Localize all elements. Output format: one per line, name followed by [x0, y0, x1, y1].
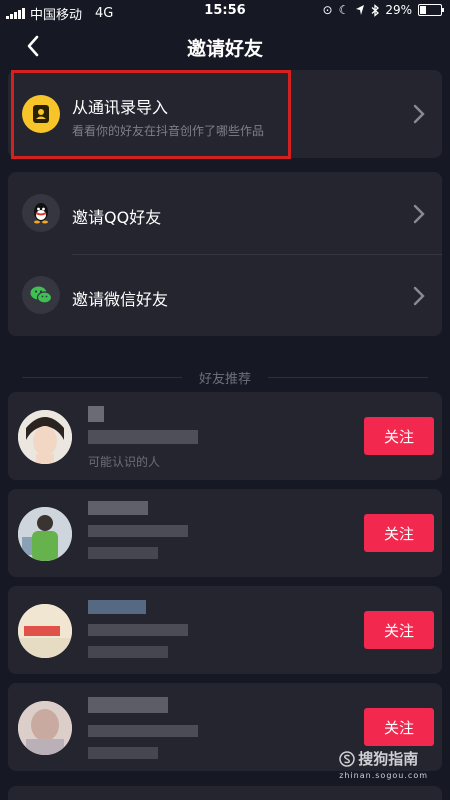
- nav-bar: 邀请好友: [0, 28, 450, 64]
- watermark: 搜狗指南 zhinan.sogou.com: [339, 748, 428, 780]
- avatar[interactable]: [18, 701, 72, 755]
- friend-card[interactable]: 可能认识的人 关注: [8, 392, 442, 480]
- blurred-info: [88, 547, 158, 559]
- invite-qq-label: 邀请QQ好友: [72, 208, 162, 227]
- blurred-name: [88, 600, 146, 614]
- blurred-info: [88, 430, 198, 444]
- blurred-info: [88, 624, 188, 636]
- lock-rotation-icon: ⊙: [322, 3, 333, 17]
- invite-wechat-label: 邀请微信好友: [72, 290, 169, 309]
- bluetooth-icon: [371, 3, 380, 17]
- invite-wechat-row[interactable]: 邀请微信好友: [8, 254, 442, 336]
- avatar[interactable]: [18, 604, 72, 658]
- chevron-right-icon: [413, 204, 425, 224]
- blurred-info: [88, 646, 168, 658]
- chevron-right-icon: [413, 104, 425, 124]
- friend-hint: 可能认识的人: [88, 455, 161, 469]
- friend-card[interactable]: 关注: [8, 586, 442, 674]
- location-icon: [356, 5, 365, 15]
- follow-button[interactable]: 关注: [364, 514, 434, 552]
- status-bar: 中国移动 4G 15:56 ⊙ ☾ 29%: [0, 0, 450, 24]
- blurred-info: [88, 525, 188, 537]
- avatar[interactable]: [18, 507, 72, 561]
- blurred-name: [88, 697, 168, 713]
- battery-icon: [418, 4, 444, 16]
- watermark-domain: zhinan.sogou.com: [339, 771, 428, 780]
- section-divider-right: [268, 377, 428, 378]
- avatar[interactable]: [18, 410, 72, 464]
- blurred-info: [88, 747, 158, 759]
- highlight-box: [11, 70, 291, 159]
- follow-button[interactable]: 关注: [364, 708, 434, 746]
- blurred-info: [88, 725, 198, 737]
- friend-card[interactable]: 关注: [8, 489, 442, 577]
- sogou-logo-icon: [339, 750, 355, 767]
- chevron-right-icon: [413, 286, 425, 306]
- page-title: 邀请好友: [186, 38, 263, 60]
- battery-percent: 29%: [385, 3, 412, 17]
- invite-qq-row[interactable]: 邀请QQ好友: [8, 172, 442, 254]
- qq-icon: [22, 194, 60, 232]
- follow-button[interactable]: 关注: [364, 417, 434, 455]
- blurred-name: [88, 406, 104, 422]
- next-card-peek: [8, 786, 442, 800]
- follow-button[interactable]: 关注: [364, 611, 434, 649]
- moon-icon: ☾: [338, 3, 350, 17]
- wechat-icon: [22, 276, 60, 314]
- blurred-name: [88, 501, 148, 515]
- invite-card: 邀请QQ好友 邀请微信好友: [8, 172, 442, 336]
- watermark-brand: 搜狗指南: [358, 750, 419, 768]
